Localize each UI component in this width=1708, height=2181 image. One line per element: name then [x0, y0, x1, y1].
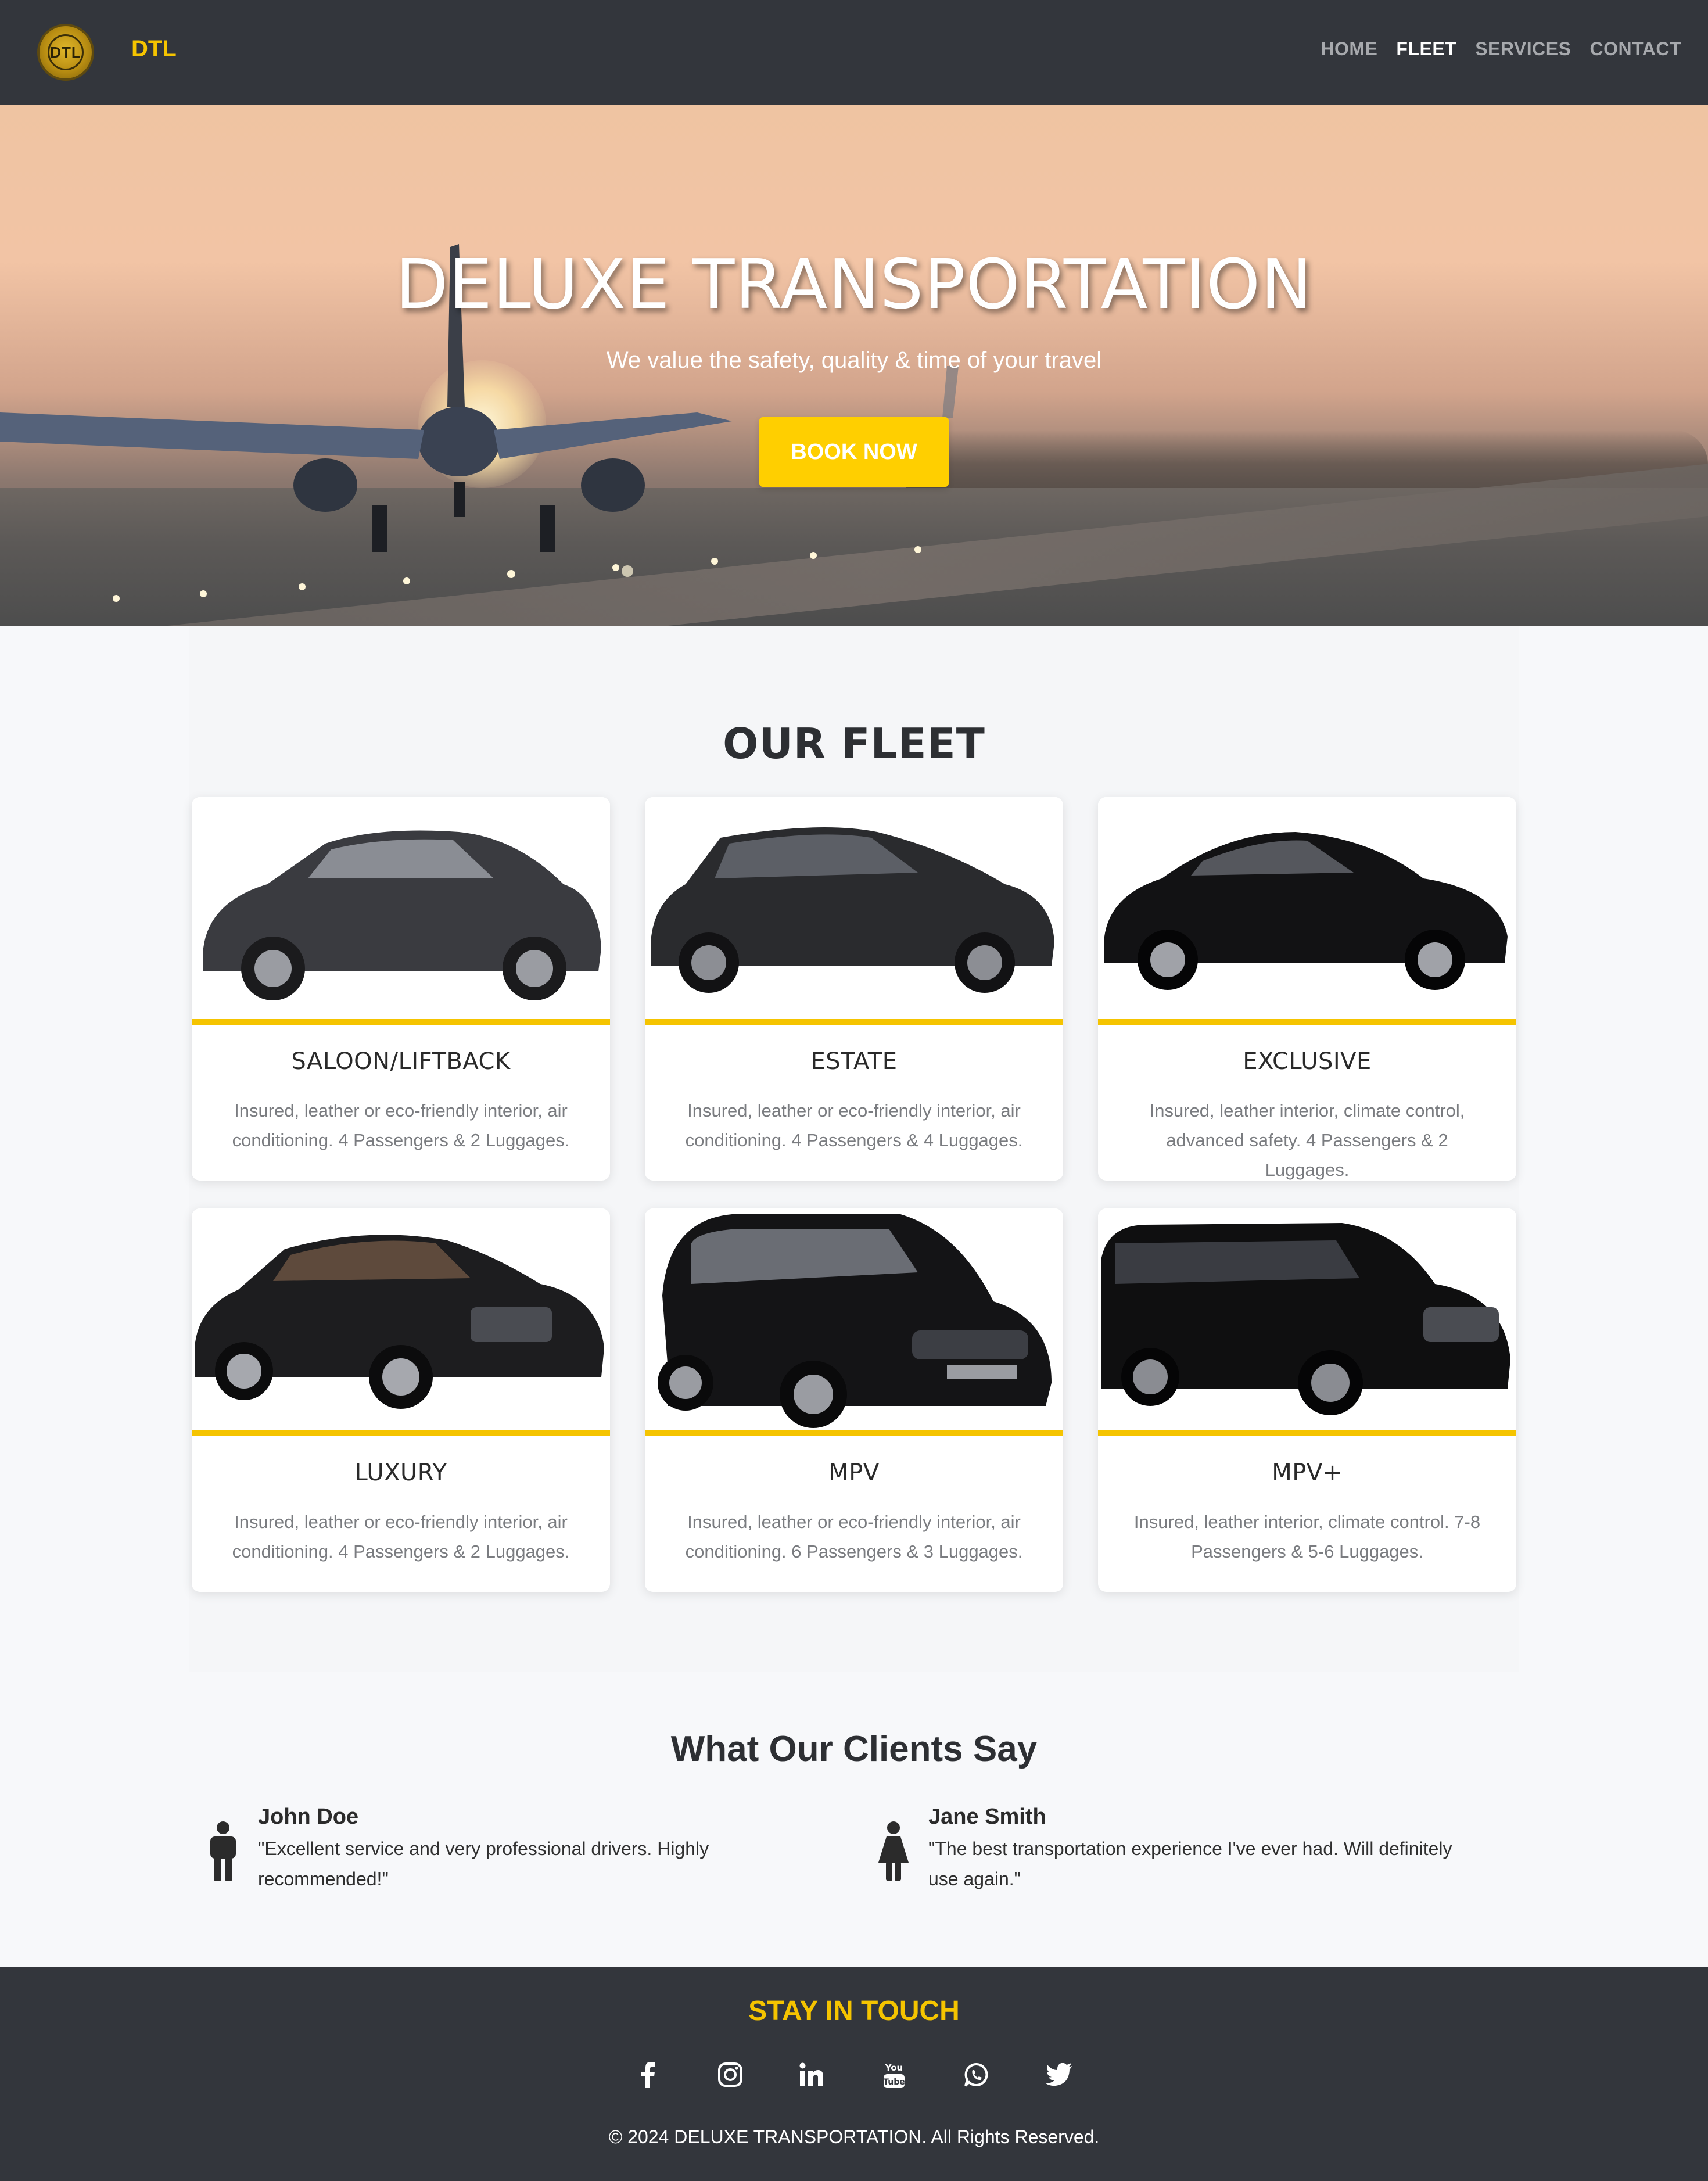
card-title: LUXURY	[354, 1459, 447, 1486]
card-accent-bar	[192, 1430, 610, 1436]
footer-title: STAY IN TOUCH	[748, 1996, 960, 2026]
nav-services[interactable]: SERVICES	[1475, 38, 1571, 60]
fleet-card-mpv[interactable]: MPV Insured, leather or eco-friendly int…	[645, 1208, 1063, 1592]
svg-text:You: You	[885, 2062, 903, 2073]
dtl-logo[interactable]: DTL	[37, 24, 94, 81]
card-title: ESTATE	[810, 1048, 898, 1075]
instagram-icon[interactable]	[710, 2054, 751, 2095]
hero-banner: DELUXE TRANSPORTATION We value the safet…	[0, 105, 1708, 626]
card-accent-bar	[1098, 1430, 1516, 1436]
mpv-car-image	[645, 1208, 1063, 1430]
card-description: Insured, leather or eco-friendly interio…	[685, 1512, 1023, 1562]
linkedin-icon[interactable]	[791, 2054, 832, 2095]
nav-fleet[interactable]: FLEET	[1396, 38, 1456, 60]
whatsapp-icon[interactable]	[956, 2054, 997, 2095]
card-description: Insured, leather or eco-friendly interio…	[685, 1100, 1023, 1150]
twitter-icon[interactable]	[1039, 2054, 1079, 2095]
card-accent-bar	[192, 1019, 610, 1025]
card-description: Insured, leather or eco-friendly interio…	[232, 1512, 570, 1562]
testimonials-title: What Our Clients Say	[670, 1729, 1038, 1769]
testimonial-text: "Excellent service and very professional…	[258, 1838, 709, 1889]
card-title: MPV+	[1272, 1459, 1343, 1486]
logo-text: DTL	[50, 44, 81, 61]
exclusive-car-image	[1098, 797, 1516, 1019]
card-title: EXCLUSIVE	[1243, 1048, 1372, 1075]
facebook-icon[interactable]	[627, 2054, 668, 2095]
social-links: You Tube	[627, 2054, 1081, 2095]
hero-title: DELUXE TRANSPORTATION	[395, 244, 1313, 324]
card-accent-bar	[645, 1019, 1063, 1025]
fleet-card-estate[interactable]: ESTATE Insured, leather or eco-friendly …	[645, 797, 1063, 1181]
site-footer: STAY IN TOUCH You Tube © 2024 DELUXE TRAN…	[0, 1967, 1708, 2181]
fleet-title: OUR FLEET	[723, 719, 985, 768]
main-nav: HOME FLEET SERVICES CONTACT	[1321, 38, 1681, 60]
estate-car-image	[645, 797, 1063, 1019]
fleet-section: OUR FLEET SALOON/LIFTBACK Insured, leath…	[189, 626, 1519, 1672]
testimonial-name: Jane Smith	[928, 1805, 1046, 1829]
testimonial-name: John Doe	[258, 1805, 359, 1829]
card-accent-bar	[645, 1430, 1063, 1436]
copyright-text: © 2024 DELUXE TRANSPORTATION. All Rights…	[608, 2126, 1100, 2147]
male-person-icon	[210, 1821, 236, 1881]
fleet-card-mpv-plus[interactable]: MPV+ Insured, leather interior, climate …	[1098, 1208, 1516, 1592]
book-now-button[interactable]: BOOK NOW	[759, 417, 949, 487]
female-person-icon	[878, 1821, 909, 1881]
brand-name[interactable]: DTL	[131, 36, 177, 62]
card-description: Insured, leather interior, climate contr…	[1149, 1100, 1465, 1180]
fleet-card-saloon[interactable]: SALOON/LIFTBACK Insured, leather or eco-…	[192, 797, 610, 1181]
svg-text:Tube: Tube	[883, 2078, 905, 2087]
site-header: DTL DTL HOME FLEET SERVICES CONTACT	[0, 0, 1708, 105]
card-title: MPV	[828, 1459, 880, 1486]
fleet-card-exclusive[interactable]: EXCLUSIVE Insured, leather interior, cli…	[1098, 797, 1516, 1181]
saloon-car-image	[192, 797, 610, 1019]
card-accent-bar	[1098, 1019, 1516, 1025]
luxury-car-image	[192, 1208, 610, 1430]
nav-home[interactable]: HOME	[1321, 38, 1377, 60]
card-title: SALOON/LIFTBACK	[291, 1048, 511, 1075]
youtube-icon[interactable]: You Tube	[874, 2054, 914, 2095]
mpv-plus-car-image	[1098, 1208, 1516, 1430]
card-description: Insured, leather or eco-friendly interio…	[232, 1100, 570, 1150]
hero-subtitle: We value the safety, quality & time of y…	[606, 347, 1102, 373]
fleet-card-luxury[interactable]: LUXURY Insured, leather or eco-friendly …	[192, 1208, 610, 1592]
testimonial-text: "The best transportation experience I've…	[928, 1838, 1452, 1889]
card-description: Insured, leather interior, climate contr…	[1133, 1512, 1481, 1562]
nav-contact[interactable]: CONTACT	[1589, 38, 1681, 60]
